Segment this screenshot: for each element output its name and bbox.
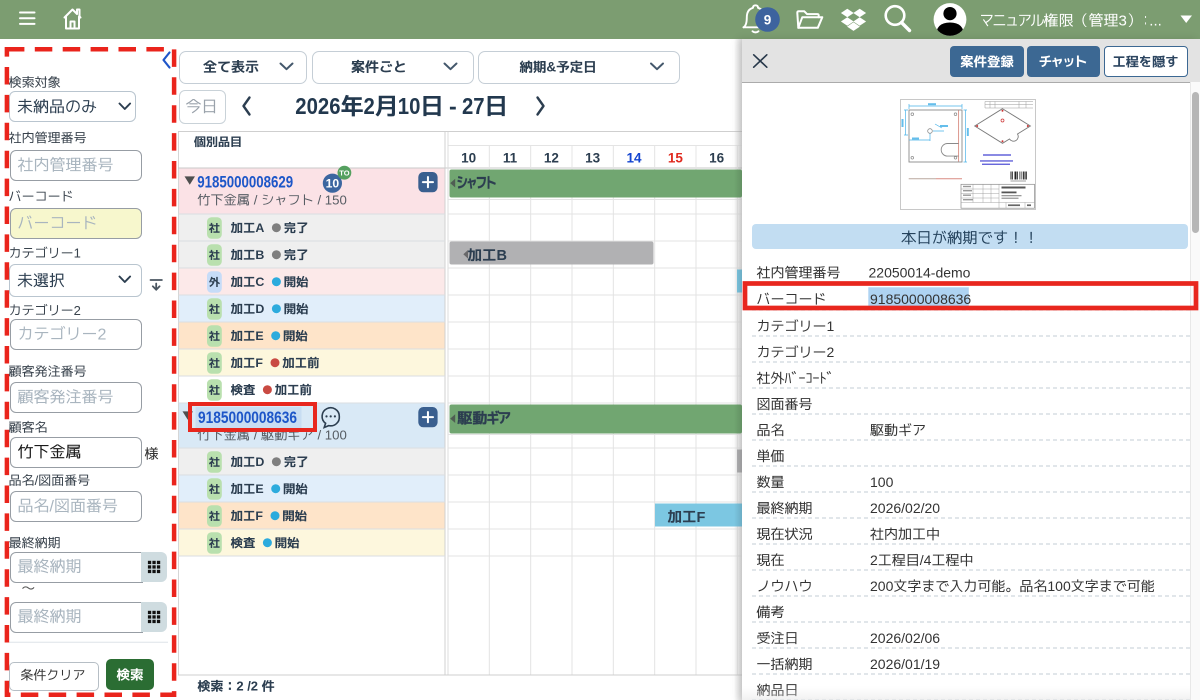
svg-text:1: 1 (827, 318, 835, 334)
svg-text:16: 16 (709, 150, 725, 165)
svg-text:/: / (318, 193, 322, 208)
svg-text:2026: 2026 (295, 93, 340, 119)
svg-text:D: D (255, 455, 264, 469)
svg-text:100: 100 (325, 428, 347, 443)
svg-text:F: F (255, 509, 263, 523)
svg-text:B: B (497, 248, 507, 264)
svg-text:&: & (546, 60, 556, 75)
svg-text:11: 11 (503, 150, 518, 165)
svg-text:2: 2 (236, 679, 243, 694)
svg-text:27: 27 (462, 93, 485, 119)
svg-text:/2: /2 (247, 679, 258, 694)
svg-text:13: 13 (585, 150, 601, 165)
svg-text:200: 200 (870, 578, 894, 594)
svg-text:/: / (318, 428, 322, 443)
svg-text:14: 14 (626, 150, 642, 165)
svg-text:9185000008636: 9185000008636 (198, 409, 297, 427)
svg-text:100: 100 (1047, 578, 1071, 594)
svg-text:TO: TO (339, 168, 349, 177)
svg-text:2: 2 (827, 344, 835, 360)
svg-text:-: - (449, 93, 457, 119)
svg-text:100: 100 (870, 474, 894, 490)
svg-text:D: D (255, 302, 264, 316)
svg-text:3: 3 (1119, 13, 1127, 30)
svg-text:F: F (697, 510, 706, 526)
svg-text:12: 12 (544, 150, 559, 165)
svg-text:/: / (35, 473, 39, 488)
svg-text:F: F (255, 356, 263, 370)
svg-text:/4: /4 (920, 552, 932, 568)
svg-text:2: 2 (364, 93, 375, 119)
svg-text:15: 15 (668, 150, 684, 165)
svg-text:10: 10 (461, 150, 476, 165)
svg-text:150: 150 (325, 193, 347, 208)
svg-text:E: E (255, 482, 263, 496)
svg-text:2: 2 (98, 326, 107, 343)
svg-text:...: ... (1149, 13, 1162, 30)
svg-text:/: / (254, 193, 258, 208)
svg-text:B: B (255, 248, 264, 262)
svg-text:22050014-demo: 22050014-demo (869, 265, 971, 281)
svg-text:2026/02/06: 2026/02/06 (870, 630, 940, 646)
svg-text:9: 9 (764, 12, 772, 27)
svg-text:E: E (255, 329, 263, 343)
svg-text:10: 10 (326, 177, 340, 191)
svg-text:9185000008636: 9185000008636 (870, 291, 971, 307)
svg-text:A: A (255, 221, 264, 235)
svg-text:2: 2 (870, 552, 878, 568)
svg-text:1: 1 (74, 246, 81, 261)
svg-text:/: / (50, 498, 55, 515)
svg-text:C: C (255, 275, 264, 289)
svg-text:9185000008629: 9185000008629 (197, 174, 293, 192)
svg-text:2026/01/19: 2026/01/19 (870, 656, 940, 672)
svg-text:10: 10 (398, 93, 421, 119)
svg-text:2: 2 (74, 303, 81, 318)
svg-text:2026/02/20: 2026/02/20 (870, 500, 940, 516)
